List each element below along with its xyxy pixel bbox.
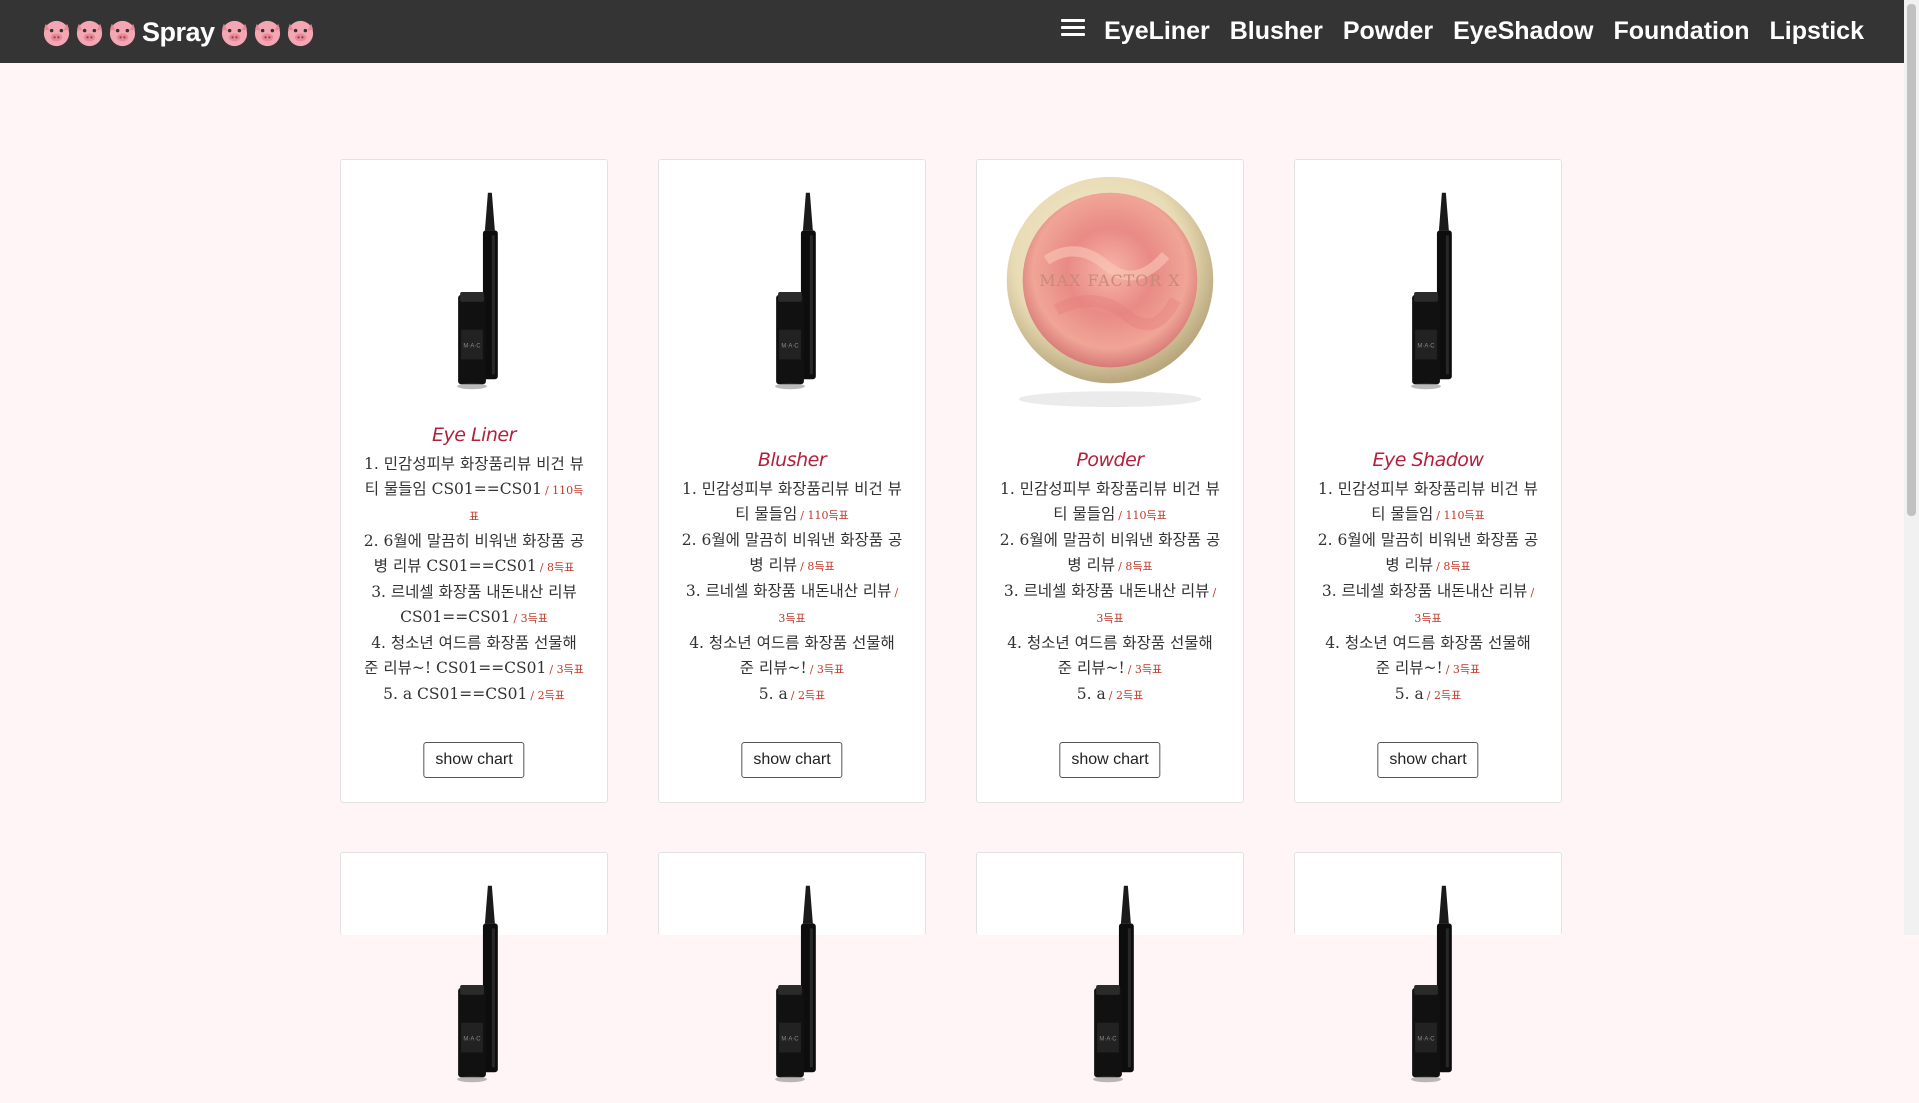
card-body: Powder 1. 민감성피부 화장품리뷰 비건 뷰티 물들임/ 110득표 2… [977,449,1243,708]
eyeliner-product-image [457,885,498,1083]
eyeliner-product-image [1093,885,1134,1083]
blush-compact-image: MAX FACTOR X [1006,176,1214,408]
eyeliner-product-image [457,192,498,390]
card-body: Eye Shadow 1. 민감성피부 화장품리뷰 비건 뷰티 물들임/ 110… [1295,449,1561,708]
hamburger-menu-icon[interactable] [1061,19,1085,39]
pig-icon [254,20,280,46]
pig-icon [287,20,313,46]
review-item[interactable]: 5. a/ 2득표 [999,682,1221,708]
card-body: Eye Liner 1. 민감성피부 화장품리뷰 비건 뷰티 물들임 CS01=… [341,424,607,708]
product-card [1294,852,1562,1083]
nav-item-blusher[interactable]: Blusher [1230,17,1323,46]
review-item[interactable]: 3. 르네셀 화장품 내돈내산 리뷰/ 3득표 [999,579,1221,631]
show-chart-button[interactable]: show chart [741,742,843,778]
eyeliner-product-image [1411,885,1452,1083]
review-item[interactable]: 3. 르네셀 화장품 내돈내산 리뷰 CS01==CS01/ 3득표 [363,580,585,631]
review-item[interactable]: 1. 민감성피부 화장품리뷰 비건 뷰티 물들임/ 110득표 [999,477,1221,528]
review-item[interactable]: 1. 민감성피부 화장품리뷰 비건 뷰티 물들임 CS01==CS01/ 110… [363,452,585,529]
review-item[interactable]: 5. a CS01==CS01/ 2득표 [363,682,585,708]
product-card-eyeliner: Eye Liner 1. 민감성피부 화장품리뷰 비건 뷰티 물들임 CS01=… [340,159,608,803]
review-item[interactable]: 5. a/ 2득표 [1317,682,1539,708]
nav-item-foundation[interactable]: Foundation [1613,17,1749,46]
review-item[interactable]: 2. 6월에 말끔히 비워낸 화장품 공병 리뷰/ 8득표 [1317,528,1539,579]
review-item[interactable]: 3. 르네셀 화장품 내돈내산 리뷰/ 3득표 [681,579,903,631]
review-item[interactable]: 2. 6월에 말끔히 비워낸 화장품 공병 리뷰/ 8득표 [999,528,1221,579]
review-item[interactable]: 1. 민감성피부 화장품리뷰 비건 뷰티 물들임/ 110득표 [681,477,903,528]
review-item[interactable]: 4. 청소년 여드름 화장품 선물해 준 리뷰~!/ 3득표 [681,631,903,682]
pig-icon [221,20,247,46]
review-item[interactable]: 2. 6월에 말끔히 비워낸 화장품 공병 리뷰/ 8득표 [681,528,903,579]
review-item[interactable]: 4. 청소년 여드름 화장품 선물해 준 리뷰~!/ 3득표 [1317,631,1539,682]
show-chart-button[interactable]: show chart [423,742,525,778]
card-title: Eye Liner [432,424,516,446]
review-item[interactable]: 3. 르네셀 화장품 내돈내산 리뷰/ 3득표 [1317,579,1539,631]
review-item[interactable]: 5. a/ 2득표 [681,682,903,708]
nav-item-lipstick[interactable]: Lipstick [1770,17,1864,46]
product-card [976,852,1244,1083]
pig-icon [76,20,103,46]
product-card [658,852,926,1083]
card-title: Blusher [757,449,827,471]
nav-item-eyeliner[interactable]: EyeLiner [1104,17,1210,46]
vertical-scrollbar[interactable] [1904,0,1919,935]
card-title: Eye Shadow [1372,449,1484,471]
product-card-powder: MAX FACTOR X Powder 1. 민감성피부 화장품리뷰 비건 뷰티… [976,159,1244,803]
product-card [340,852,608,1083]
brand-name: Spray [142,16,215,47]
product-card-eyeshadow: Eye Shadow 1. 민감성피부 화장품리뷰 비건 뷰티 물들임/ 110… [1294,159,1562,803]
eyeliner-product-image [1411,192,1452,390]
eyeliner-product-image [775,885,816,1083]
brand-logo[interactable]: Spray [41,14,316,50]
show-chart-button[interactable]: show chart [1059,742,1161,778]
review-item[interactable]: 2. 6월에 말끔히 비워낸 화장품 공병 리뷰 CS01==CS01/ 8득표 [363,529,585,580]
pig-icon [109,20,136,46]
scrollbar-thumb[interactable] [1907,4,1916,516]
review-item[interactable]: 4. 청소년 여드름 화장품 선물해 준 리뷰~! CS01==CS01/ 3득… [363,631,585,682]
svg-text:MAX FACTOR X: MAX FACTOR X [1039,271,1180,290]
nav-links: EyeLiner Blusher Powder EyeShadow Founda… [1104,0,1864,63]
card-body: Blusher 1. 민감성피부 화장품리뷰 비건 뷰티 물들임/ 110득표 … [659,449,925,708]
eyeliner-product-image [775,192,816,390]
review-item[interactable]: 1. 민감성피부 화장품리뷰 비건 뷰티 물들임/ 110득표 [1317,477,1539,528]
nav-item-powder[interactable]: Powder [1343,17,1433,46]
card-title: Powder [1076,449,1144,471]
top-navbar: Spray EyeLiner Blusher Powder EyeShadow … [0,0,1904,63]
review-item[interactable]: 4. 청소년 여드름 화장품 선물해 준 리뷰~!/ 3득표 [999,631,1221,682]
nav-item-eyeshadow[interactable]: EyeShadow [1453,17,1593,46]
pig-icon [43,20,70,46]
show-chart-button[interactable]: show chart [1377,742,1479,778]
product-card-blusher: Blusher 1. 민감성피부 화장품리뷰 비건 뷰티 물들임/ 110득표 … [658,159,926,803]
